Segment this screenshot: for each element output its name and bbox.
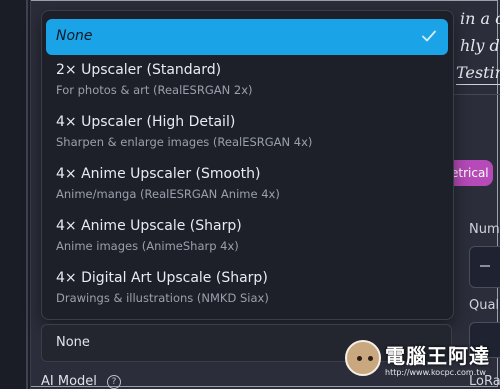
bg-text-line-2: hly de bbox=[460, 36, 500, 55]
option-4x-upscaler-high-detail[interactable]: 4× Upscaler (High Detail) Sharpen & enla… bbox=[56, 114, 446, 149]
left-divider bbox=[26, 0, 28, 389]
option-subtitle: Drawings & illustrations (NMKD Siax) bbox=[56, 291, 269, 305]
option-title: 4× Upscaler (High Detail) bbox=[56, 114, 236, 130]
option-title: 4× Anime Upscale (Sharp) bbox=[56, 218, 242, 234]
num-input[interactable] bbox=[469, 246, 500, 288]
watermark: 電腦王阿達 http://www.kocpc.com.tw bbox=[345, 338, 495, 384]
watermark-url: http://www.kocpc.com.tw bbox=[385, 368, 486, 377]
num-label: Num bbox=[469, 222, 500, 237]
option-subtitle: For photos & art (RealESRGAN 2x) bbox=[56, 83, 253, 97]
watermark-mascot-icon bbox=[345, 340, 381, 376]
option-none[interactable]: None bbox=[46, 19, 448, 55]
help-icon[interactable]: ? bbox=[107, 375, 121, 389]
ai-model-label: AI Model bbox=[41, 374, 97, 389]
option-subtitle: Sharpen & enlarge images (RealESRGAN 4x) bbox=[56, 135, 313, 149]
quality-label: Qual bbox=[469, 298, 500, 313]
bg-divider bbox=[452, 94, 500, 95]
option-none-label: None bbox=[56, 28, 93, 44]
option-title: 4× Anime Upscaler (Smooth) bbox=[56, 166, 261, 182]
upscaler-dropdown-menu: None 2× Upscaler (Standard) For photos &… bbox=[41, 10, 454, 320]
option-title: 2× Upscaler (Standard) bbox=[56, 62, 222, 78]
bg-text-line-1: in a c bbox=[460, 9, 500, 28]
option-2x-upscaler-standard[interactable]: 2× Upscaler (Standard) For photos & art … bbox=[56, 62, 446, 97]
bg-underline bbox=[456, 84, 500, 85]
option-subtitle: Anime images (AnimeSharp 4x) bbox=[56, 239, 239, 253]
option-4x-anime-upscaler-smooth[interactable]: 4× Anime Upscaler (Smooth) Anime/manga (… bbox=[56, 166, 446, 201]
bg-text-line-3: Testin bbox=[456, 63, 500, 82]
option-subtitle: Anime/manga (RealESRGAN Anime 4x) bbox=[56, 187, 280, 201]
option-4x-digital-art-upscale-sharp[interactable]: 4× Digital Art Upscale (Sharp) Drawings … bbox=[56, 270, 446, 305]
option-4x-anime-upscale-sharp[interactable]: 4× Anime Upscale (Sharp) Anime images (A… bbox=[56, 218, 446, 253]
upscaler-select-value: None bbox=[56, 335, 90, 350]
option-title: 4× Digital Art Upscale (Sharp) bbox=[56, 270, 268, 286]
minus-icon bbox=[480, 265, 490, 267]
watermark-brand: 電腦王阿達 bbox=[385, 344, 490, 368]
check-icon bbox=[422, 30, 436, 42]
